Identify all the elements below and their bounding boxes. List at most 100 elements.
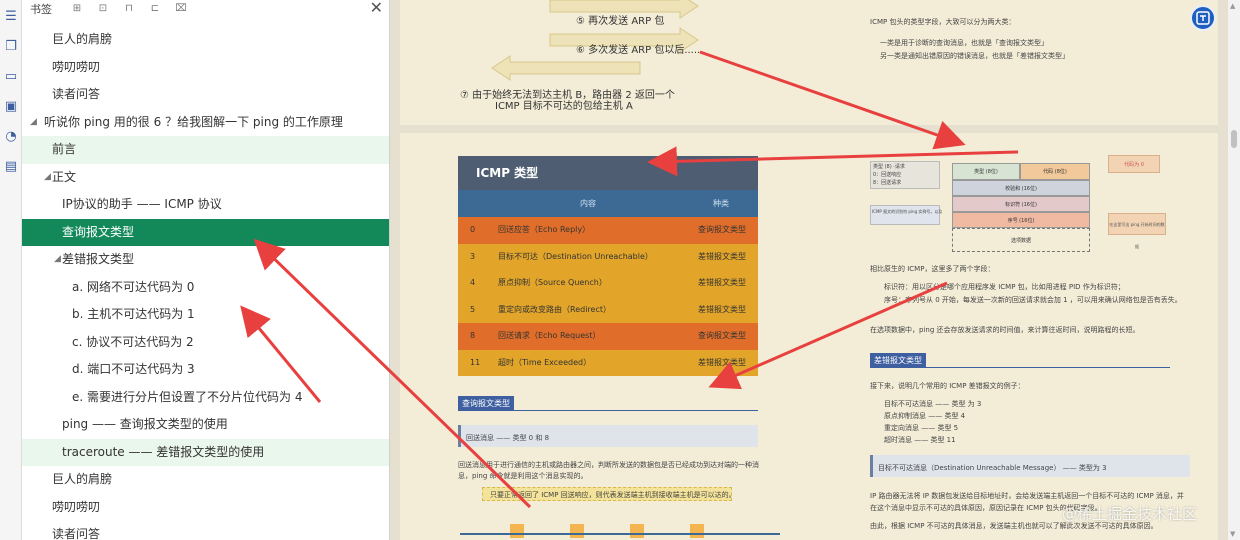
left-toolbar: ☰ ❐ ▭ ▣ ◔ ▤ [0, 0, 22, 540]
bookmark-item-label: 巨人的肩膀 [52, 472, 113, 486]
error-p1: IP 路由器无法将 IP 数据包发送给目标地址时，会给发送端主机返回一个目标不可… [870, 492, 1184, 500]
bookmark-item[interactable]: 巨人的肩膀 [22, 466, 389, 494]
comment-icon[interactable]: ▭ [2, 68, 20, 86]
icmp-table-row: 8 回送请求（Echo Request） 查询报文类型 [458, 323, 758, 350]
bookmark-item[interactable]: d. 端口不可达代码为 3 [22, 356, 389, 384]
collapse-caret-icon[interactable]: ◢ [44, 164, 51, 192]
bookmark-item-label: 读者问答 [52, 87, 101, 101]
query-callout: 只要正常返回了 ICMP 回送响应，则代表发送端主机到接收端主机是可以达的。 [490, 491, 736, 499]
bookmark-item[interactable]: traceroute —— 差错报文类型的使用 [22, 438, 389, 466]
bookmark-item[interactable]: a. 网络不可达代码为 0 [22, 274, 389, 302]
packet-note-1: 类型 (8) ·请求 [873, 164, 905, 170]
bookmark-item[interactable]: 读者问答 [22, 521, 389, 540]
icmp-table-title: ICMP 类型 [458, 156, 758, 190]
bookmark-item[interactable]: 前言 [22, 136, 389, 164]
watermark: @稀土掘金技术社区 [1062, 505, 1198, 523]
scroll-down-icon[interactable]: ▼ [1230, 530, 1235, 538]
packet-options: 选项数据 [952, 228, 1090, 252]
page-top: ⑤ 再次发送 ARP 包 ⑥ 多次发送 ARP 包以后...... ⑦ 由于始终… [400, 0, 1218, 125]
translate-float-button[interactable] [1190, 5, 1216, 31]
packet-type: 类型 (8位) [952, 163, 1020, 180]
option-text: 在选项数据中，ping 还会存放发送请求的时间值，来计算往返时间，说明路程的长短… [870, 326, 1140, 334]
field2-text: 序号：序列号从 0 开始，每发送一次新的回送请求就会加 1 ，可以用来确认网络包… [884, 296, 1182, 304]
bookmark-item[interactable]: 唠叨唠叨 [22, 494, 389, 522]
right-bullet-1: 一类是用于诊断的查询消息，也就是「查询报文类型」 [880, 39, 1048, 47]
bookmark-item[interactable]: 巨人的肩膀 [22, 26, 389, 54]
scroll-up-icon[interactable]: ▲ [1230, 2, 1235, 10]
icmp-table-header: 内容 种类 [458, 190, 758, 217]
packet-note-2: 0：回送响应 [873, 172, 902, 178]
bookmark-item[interactable]: IP协议的助手 —— ICMP 协议 [22, 191, 389, 219]
icmp-code: 0 [470, 225, 476, 234]
icmp-kind: 查询报文类型 [698, 225, 746, 234]
bookmark-item[interactable]: ◢ 正文 [22, 164, 389, 192]
scrollbar-thumb[interactable] [1231, 130, 1237, 148]
bookmark-item-label: traceroute —— 差错报文类型的使用 [62, 444, 265, 459]
translate-icon[interactable]: ▤ [2, 158, 20, 176]
icmp-content: 目标不可达（Destination Unreachable） [498, 251, 653, 261]
icmp-table-row: 11 超时（Time Exceeded） 差错报文类型 [458, 349, 758, 376]
bookmark-tree: 巨人的肩膀 唠叨唠叨 读者问答 ◢ 听说你 ping 用的很 6 ？给我图解一下 pin… [22, 26, 389, 540]
icmp-code: 5 [470, 304, 476, 314]
icmp-col-content: 内容 [580, 199, 596, 208]
vertical-scrollbar[interactable]: ▲ ▼ [1228, 0, 1240, 540]
icmp-table-row: 5 重定向或改变路由（Redirect） 差错报文类型 [458, 296, 758, 323]
error-item: 超时消息 —— 类型 11 [884, 436, 956, 444]
bookmark-item[interactable]: 唠叨唠叨 [22, 54, 389, 82]
packet-checksum: 校验和 (16位) [952, 180, 1090, 196]
icmp-type-table: ICMP 类型 内容 种类 0 回送应答（Echo Reply） 查询报文类型 3 目标… [458, 156, 758, 376]
network-diagram [460, 524, 780, 538]
bookmark-item[interactable]: 查询报文类型 [22, 218, 389, 246]
bookmark-outline-icon[interactable]: ⊏ [148, 3, 162, 15]
collapse-caret-icon[interactable]: ◢ [30, 109, 37, 137]
icmp-packet-diagram: 类型 (8) ·请求 0：回送响应 8：回送请求 ICMP 报文的识别符 pin… [870, 155, 1200, 255]
bookmark-item-label: b. 主机不可达代码为 1 [72, 307, 195, 321]
bookmark-item-label: 听说你 ping 用的很 6 ？给我图解一下 ping 的工作原理 [44, 114, 343, 129]
icmp-code: 4 [470, 278, 476, 287]
history-icon[interactable]: ◔ [2, 128, 20, 146]
error-item: 重定向消息 —— 类型 5 [884, 424, 959, 432]
packet-note-4: ICMP 报文的识别符 ping 实例号，以及 [872, 209, 943, 214]
bookmark-panel-header: 书签 ⊞ ⊡ ⊓ ⊏ ⌧ ✕ [22, 0, 389, 17]
field1-text: 标识符：用以区分是哪个应用程序发 ICMP 包，比如用进程 PID 作为标识符； [884, 283, 1125, 291]
bookmark-item-label: 唠叨唠叨 [52, 59, 101, 74]
bookmark-item[interactable]: ◢ 听说你 ping 用的很 6 ？给我图解一下 ping 的工作原理 [22, 109, 389, 137]
bookmark-item[interactable]: ◢ 差错报文类型 [22, 246, 389, 274]
close-icon[interactable]: ✕ [370, 0, 383, 17]
query-bar-text: 回送消息 —— 类型 0 和 8 [466, 434, 550, 442]
bookmark-icon[interactable]: ⊓ [122, 3, 136, 15]
bookmark-item[interactable]: c. 协议不可达代码为 2 [22, 329, 389, 357]
packet-seq: 序号 (16位) [952, 212, 1090, 228]
icmp-kind: 差错报文类型 [698, 357, 746, 367]
collapse-caret-icon[interactable]: ◢ [54, 246, 61, 274]
expand-icon[interactable]: ⊡ [96, 3, 110, 15]
packet-id: 标识符 (16位) [952, 196, 1090, 212]
bookmark-panel: 书签 ⊞ ⊡ ⊓ ⊏ ⌧ ✕ 巨人的肩膀 唠叨唠叨 读者问答 ◢ 听说你 ping 用的… [22, 0, 390, 540]
thumbnail-icon[interactable]: ❐ [2, 38, 20, 56]
icmp-content: 回送应答（Echo Reply） [498, 225, 591, 234]
bookmark-item[interactable]: e. 需要进行分片但设置了不分片位代码为 4 [22, 384, 389, 412]
icmp-content: 重定向或改变路由（Redirect） [498, 304, 611, 314]
packet-right-note-1: 代码为 0 [1108, 155, 1160, 173]
query-p1: 回送消息用于进行通信的主机或路由器之间，判断所发送的数据包是否已经成功到达对端的… [458, 461, 759, 469]
bookmark-item-label: e. 需要进行分片但设置了不分片位代码为 4 [72, 389, 303, 404]
right-intro: ICMP 包头的类型字段，大致可以分为两大类： [870, 18, 1016, 26]
trash-icon[interactable]: ⌧ [174, 3, 188, 15]
bookmark-item[interactable]: ping —— 查询报文类型的使用 [22, 411, 389, 439]
icmp-kind: 查询报文类型 [698, 331, 746, 340]
document-view[interactable]: ⑤ 再次发送 ARP 包 ⑥ 多次发送 ARP 包以后...... ⑦ 由于始终… [390, 0, 1228, 540]
packet-note-3: 8：回送请求 [873, 180, 902, 186]
error-intro: 接下来，说明几个常用的 ICMP 差错报文的例子： [870, 382, 1025, 390]
icmp-content: 回送请求（Echo Request） [498, 331, 601, 340]
bookmark-item[interactable]: 读者问答 [22, 81, 389, 109]
bookmark-item-label: 正文 [52, 169, 77, 184]
error-section-tag: 差错报文类型 [870, 353, 926, 368]
icmp-content: 原点抑制（Source Quench） [498, 278, 607, 287]
outline-list-icon[interactable]: ☰ [2, 8, 20, 26]
attachment-icon[interactable]: ▣ [2, 98, 20, 116]
icmp-table-row: 4 原点抑制（Source Quench） 差错报文类型 [458, 270, 758, 297]
add-bookmark-icon[interactable]: ⊞ [70, 3, 84, 15]
bookmark-item[interactable]: b. 主机不可达代码为 1 [22, 301, 389, 329]
packet-right-note-2: 在这里写出 ping 开始时间的数据 [1108, 213, 1166, 249]
translate-float-icon [1196, 11, 1210, 25]
